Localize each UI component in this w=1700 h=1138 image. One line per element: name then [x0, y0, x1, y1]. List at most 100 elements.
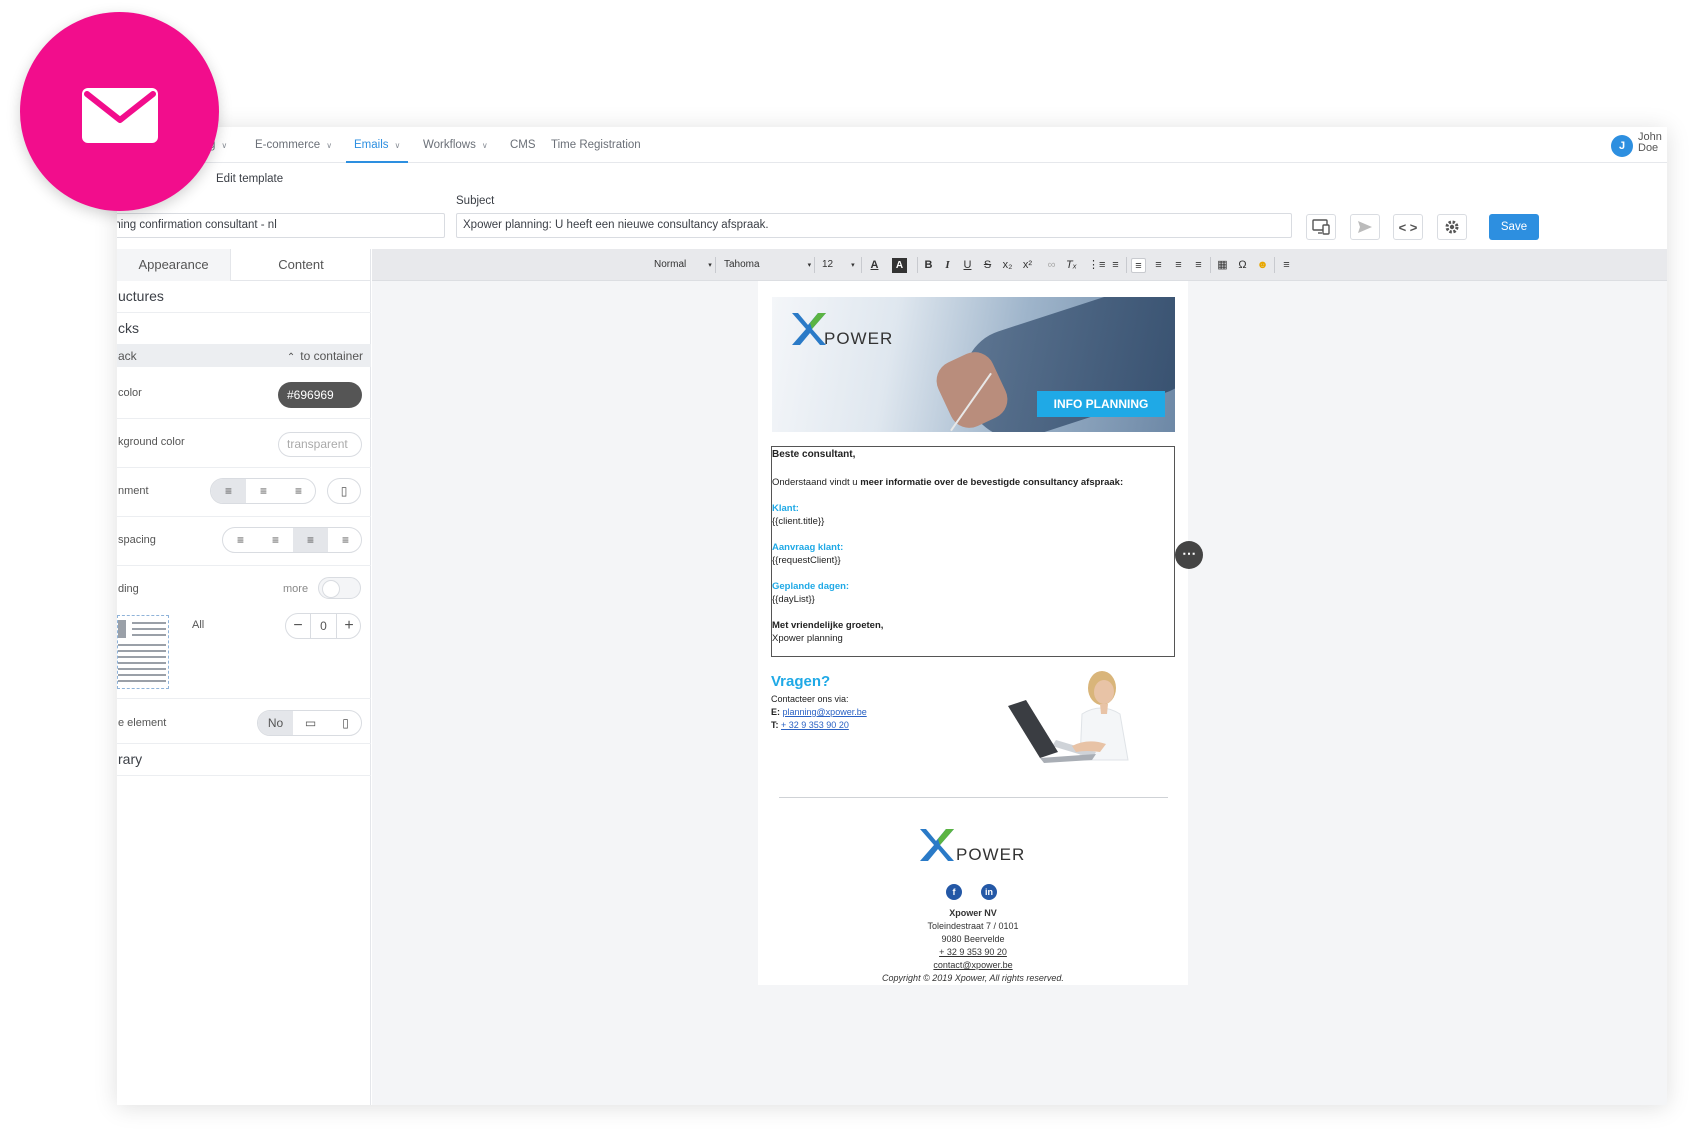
contact-email: E: planning@xpower.be	[771, 707, 867, 717]
source-code-button[interactable]: < >	[1393, 214, 1423, 240]
tab-content[interactable]: Content	[231, 249, 371, 281]
block-more-button[interactable]: ⋯	[1175, 541, 1203, 569]
days-value: {{dayList}}	[772, 594, 815, 605]
settings-button[interactable]	[1437, 214, 1467, 240]
request-value: {{requestClient}}	[772, 555, 841, 566]
stage: g∨ E-commerce∨ Emails∨ Workflows∨ CMS Ti…	[0, 0, 1700, 1138]
underline-icon[interactable]: U	[960, 258, 975, 273]
align-right-icon[interactable]: ≡	[281, 479, 315, 503]
emoji-icon[interactable]: ☻	[1255, 258, 1270, 273]
format-select[interactable]: Normal ▾	[654, 249, 712, 281]
footer-phone-link[interactable]: + 32 9 353 90 20	[939, 947, 1007, 957]
bold-icon[interactable]: B	[921, 258, 936, 273]
clear-format-icon[interactable]: Tₓ	[1064, 258, 1079, 273]
spacing-loose-icon[interactable]: ≡	[328, 528, 361, 552]
background-color-icon[interactable]: A	[892, 258, 907, 273]
divider	[117, 565, 371, 566]
email-link[interactable]: planning@xpower.be	[783, 707, 867, 717]
plus-icon[interactable]: +	[336, 614, 361, 638]
mobile-icon[interactable]: ▯	[328, 711, 361, 735]
more-padding-toggle[interactable]	[318, 577, 361, 599]
align-left-icon[interactable]: ≡	[1131, 258, 1146, 273]
padding-all-label: All	[192, 619, 205, 631]
numbered-list-icon[interactable]: ≡	[1108, 258, 1123, 273]
nav-item-time-registration[interactable]: Time Registration	[551, 127, 641, 163]
app-window: g∨ E-commerce∨ Emails∨ Workflows∨ CMS Ti…	[117, 127, 1667, 1105]
background-color-label: kground color	[118, 436, 185, 448]
special-character-icon[interactable]: Ω	[1235, 258, 1250, 273]
save-button[interactable]: Save	[1489, 214, 1539, 240]
send-test-button[interactable]	[1350, 214, 1380, 240]
section-blocks[interactable]: cks	[117, 313, 371, 345]
to-container-link[interactable]: ⌃ to container	[287, 345, 363, 369]
subscript-icon[interactable]: x₂	[1000, 258, 1015, 273]
top-navigation: g∨ E-commerce∨ Emails∨ Workflows∨ CMS Ti…	[117, 127, 1667, 163]
subject-label: Subject	[456, 195, 495, 207]
facebook-icon[interactable]: f	[946, 884, 962, 900]
subject-field[interactable]: Xpower planning: U heeft een nieuwe cons…	[456, 213, 1292, 238]
section-library[interactable]: rary	[117, 744, 371, 776]
email-canvas: POWER INFO PLANNING Beste consultant, On…	[758, 281, 1203, 985]
closing: Met vriendelijke groeten,	[772, 620, 884, 631]
preview-button[interactable]	[1306, 214, 1336, 240]
avatar[interactable]: J	[1611, 135, 1633, 157]
hide-no-option[interactable]: No	[258, 711, 293, 735]
font-select[interactable]: Tahoma ▾	[724, 249, 811, 281]
sidebar-tabs: Appearance Content	[117, 249, 371, 281]
nav-item-emails[interactable]: Emails ∨	[346, 127, 409, 163]
phone-link[interactable]: + 32 9 353 90 20	[781, 720, 849, 730]
padding-value[interactable]: 0	[311, 614, 336, 638]
woman-with-laptop-image[interactable]	[996, 666, 1146, 771]
nav-item-workflows[interactable]: Workflows ∨	[423, 127, 488, 163]
italic-icon[interactable]: I	[940, 258, 955, 273]
preview-icon	[1312, 219, 1330, 235]
header-banner-image[interactable]: POWER INFO PLANNING	[772, 297, 1175, 432]
tab-appearance[interactable]: Appearance	[117, 249, 231, 281]
font-size-select[interactable]: 12 ▾	[822, 249, 855, 281]
client-label: Klant:	[772, 503, 799, 514]
bulleted-list-icon[interactable]: ⋮≡	[1088, 258, 1105, 273]
company-name: Xpower NV	[949, 908, 997, 918]
name-field[interactable]: nning confirmation consultant - nl	[117, 213, 445, 238]
link-icon[interactable]: ∞	[1044, 258, 1059, 273]
company-city: 9080 Beervelde	[941, 934, 1005, 944]
text-color-icon[interactable]: A	[867, 258, 882, 273]
greeting: Beste consultant,	[772, 449, 856, 460]
nav-item-cms[interactable]: CMS	[510, 127, 536, 163]
intro-text: Onderstaand vindt u meer informatie over…	[772, 477, 1124, 488]
strikethrough-icon[interactable]: S	[980, 258, 995, 273]
linkedin-icon[interactable]: in	[981, 884, 997, 900]
divider	[117, 698, 371, 699]
caret-down-icon: ▾	[851, 262, 855, 269]
superscript-icon[interactable]: x²	[1020, 258, 1035, 273]
back-link[interactable]: ack	[118, 345, 137, 367]
footer-phone: + 32 9 353 90 20	[758, 947, 1188, 957]
days-label: Geplande dagen:	[772, 581, 850, 592]
merge-tags-icon[interactable]: ≡	[1279, 258, 1294, 273]
divider	[117, 467, 371, 468]
text-color-picker[interactable]: #696969	[278, 382, 362, 408]
padding-stepper: − 0 +	[285, 613, 361, 639]
mobile-alignment-button[interactable]: ▯	[327, 478, 361, 504]
caret-down-icon: ▾	[807, 262, 812, 269]
table-icon[interactable]: ▦	[1215, 258, 1230, 273]
nav-item-ecommerce[interactable]: E-commerce ∨	[255, 127, 332, 163]
minus-icon[interactable]: −	[286, 614, 311, 638]
code-icon: < >	[1398, 220, 1418, 235]
align-center-icon[interactable]: ≡	[246, 479, 281, 503]
align-center-icon[interactable]: ≡	[1151, 258, 1166, 273]
align-left-icon[interactable]: ≡	[211, 479, 246, 503]
desktop-icon[interactable]: ▭	[293, 711, 328, 735]
footer-email-link[interactable]: contact@xpower.be	[933, 960, 1012, 970]
chevron-down-icon: ∨	[481, 141, 488, 150]
xpower-logo-icon	[788, 311, 828, 353]
message-text-block[interactable]: Beste consultant, Onderstaand vindt u me…	[771, 446, 1175, 657]
spacing-normal-icon[interactable]: ≡	[258, 528, 293, 552]
footer-email: contact@xpower.be	[758, 960, 1188, 970]
spacing-tight-icon[interactable]: ≡	[223, 528, 258, 552]
spacing-relaxed-icon[interactable]: ≡	[293, 528, 328, 552]
align-justify-icon[interactable]: ≡	[1191, 258, 1206, 273]
section-structures[interactable]: uctures	[117, 281, 371, 313]
background-color-picker[interactable]: transparent	[278, 432, 362, 457]
align-right-icon[interactable]: ≡	[1171, 258, 1186, 273]
